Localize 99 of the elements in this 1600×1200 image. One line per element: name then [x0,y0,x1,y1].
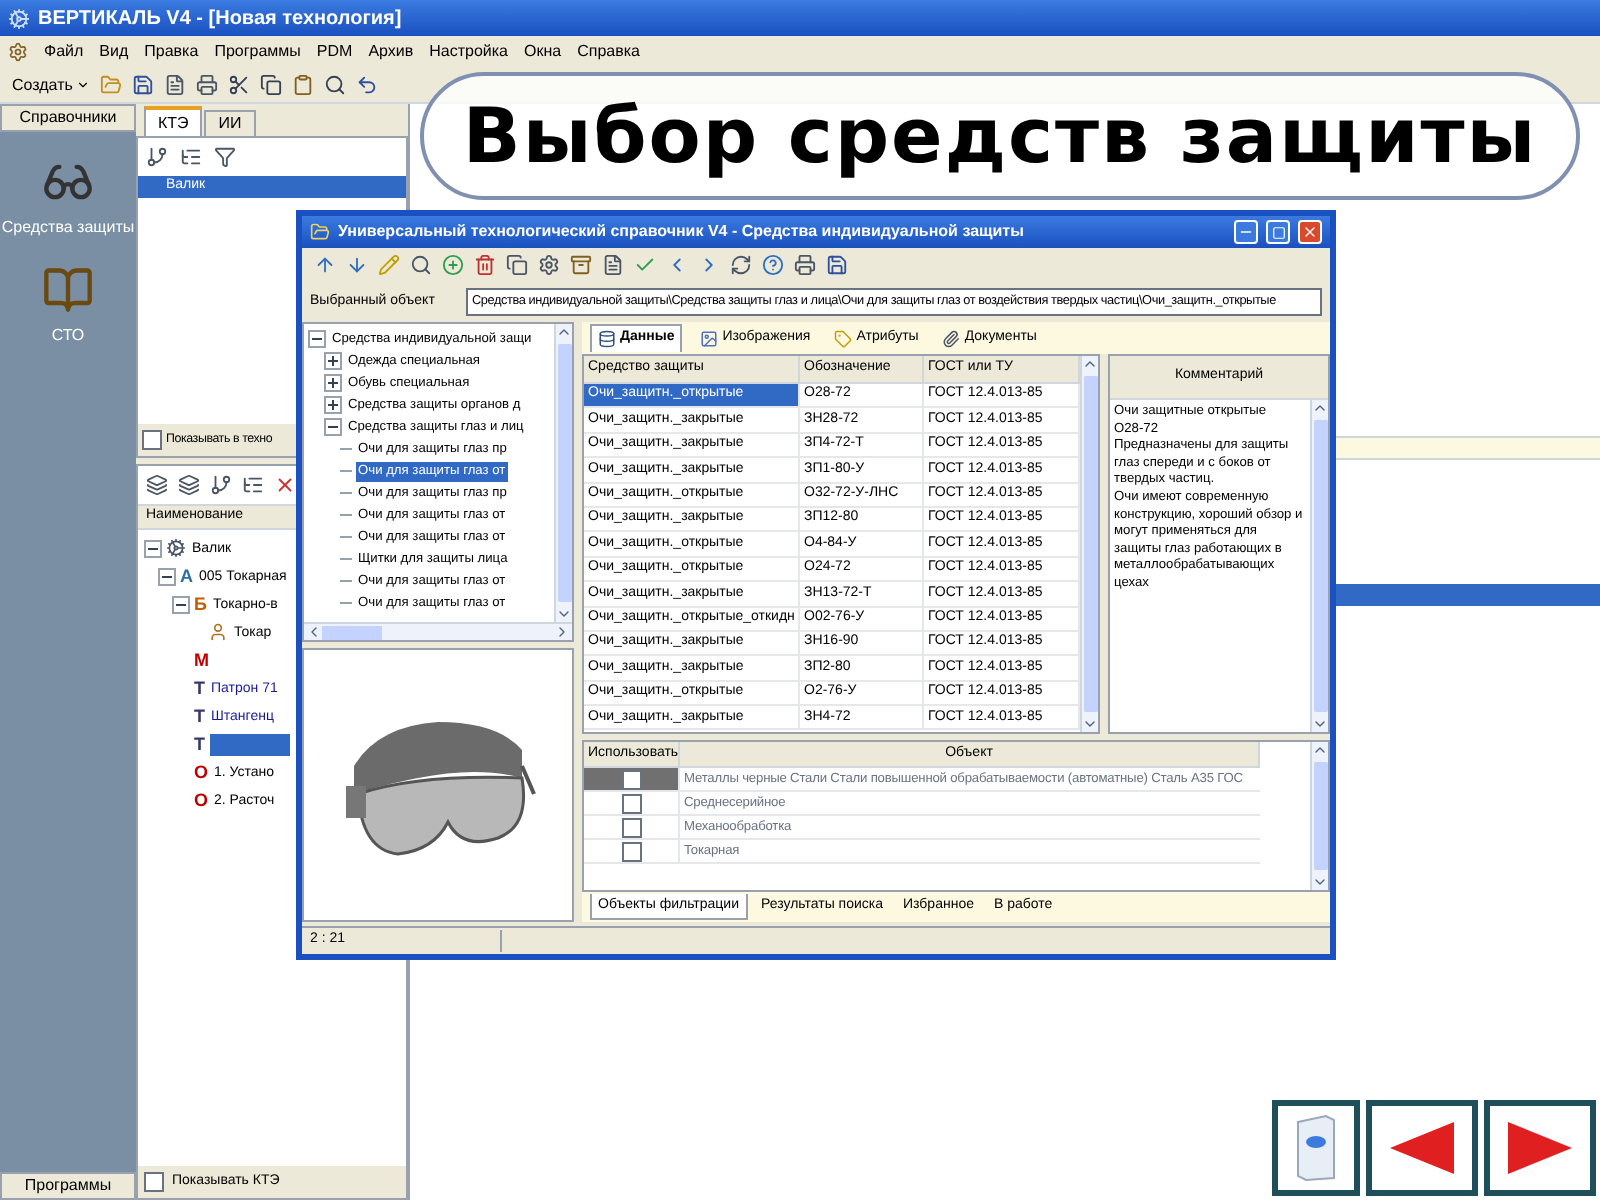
app-menu-icon[interactable] [8,42,28,62]
next-button[interactable] [1484,1100,1596,1196]
gear-icon [166,538,186,559]
menu-item[interactable]: Программы [214,40,301,64]
selected-tree-item[interactable] [209,733,289,756]
dialog-title: Универсальный технологический справочник V4 - Средства индивидуальной защиты [338,220,1026,244]
checkbox[interactable] [621,817,641,837]
menu-item[interactable]: Справка [577,40,640,64]
checkbox[interactable] [621,769,641,789]
copy-icon[interactable] [256,70,287,100]
tab[interactable]: ИИ [204,110,256,136]
menu-item[interactable]: Настройка [429,40,508,64]
caret-icon [76,78,91,92]
paperclip-icon [942,329,961,347]
expand-toggle[interactable] [324,352,342,370]
menu-item[interactable]: PDM [316,40,353,64]
type-letter: Т [194,679,205,698]
tab[interactable]: КТЭ [144,106,203,136]
app-icon [8,7,30,29]
database-icon [598,330,616,348]
scrollbar-thumb[interactable] [322,625,382,639]
collapse-toggle[interactable] [324,418,342,436]
book-box-button[interactable] [1272,1100,1360,1196]
menu-item[interactable]: Архив [368,40,414,64]
trash-icon[interactable] [470,250,500,280]
scroll-up-icon[interactable] [556,324,572,340]
collapse-toggle[interactable] [308,330,326,348]
filter-icon[interactable] [210,142,240,172]
right-arrow-icon [1504,1118,1576,1178]
image-icon [700,329,719,347]
collapse-toggle[interactable] [144,539,162,558]
scrollbar[interactable] [554,324,572,622]
scroll-down-icon[interactable] [1312,874,1328,890]
maximize-button[interactable] [1266,220,1290,244]
layers-icon[interactable] [174,470,204,501]
scrollbar-thumb[interactable] [1313,420,1327,712]
help-icon[interactable] [758,250,788,280]
minimize-button[interactable] [1234,220,1258,244]
left-arrow-icon [1386,1118,1458,1178]
book-icon [42,264,94,316]
type-letter: А [180,567,193,586]
maximize-icon [1271,225,1285,239]
collapse-toggle[interactable] [172,595,190,614]
type-letter: Т [194,707,205,726]
collapse-toggle[interactable] [158,567,176,586]
window-title: ВЕРТИКАЛЬ V4 - [Новая технология] [38,5,402,33]
person-icon [208,622,228,643]
scroll-up-icon[interactable] [1312,400,1328,416]
checkbox[interactable] [144,1171,164,1192]
settings-icon[interactable] [534,250,564,280]
menu-item[interactable]: Файл [44,40,84,64]
layers-icon[interactable] [142,470,172,501]
expand-toggle[interactable] [324,396,342,414]
table-cell[interactable] [584,768,680,790]
checkbox[interactable] [142,430,162,451]
sidebar-footer[interactable]: Программы [0,1172,136,1200]
menu-item[interactable]: Правка [144,40,199,64]
menu-item[interactable]: Окна [524,40,562,64]
printer-icon[interactable] [790,250,820,280]
create-button[interactable]: Создать [8,70,95,100]
scrollbar[interactable] [1310,742,1328,890]
previous-button[interactable] [1366,1100,1478,1196]
type-letter: О [194,763,209,782]
close-button[interactable] [1298,220,1322,244]
scroll-up-icon[interactable] [1312,742,1328,758]
close-icon [1302,224,1318,240]
horizontal-scrollbar[interactable] [304,622,572,640]
type-letter: Б [194,595,207,614]
scrollbar-thumb[interactable] [1083,376,1097,712]
menu-item[interactable]: Вид [99,40,129,64]
save-icon[interactable] [822,250,852,280]
search-icon[interactable] [406,250,436,280]
type-letter: Т [194,735,205,754]
scrollbar[interactable] [1080,356,1098,732]
software-box-icon [1294,1114,1338,1182]
sidebar-header[interactable]: Справочники [0,104,136,132]
refresh-icon[interactable] [726,250,756,280]
copy-icon[interactable] [502,250,532,280]
archive-icon[interactable] [566,250,596,280]
expand-toggle[interactable] [324,374,342,392]
plus-icon[interactable] [438,250,468,280]
scroll-right-icon[interactable] [554,624,570,640]
scrollbar-thumb[interactable] [1313,762,1327,870]
printer-icon[interactable] [192,70,223,100]
scrollbar-thumb[interactable] [557,344,571,602]
scroll-down-icon[interactable] [1312,716,1328,732]
scroll-up-icon[interactable] [1082,356,1098,372]
type-letter: О [194,791,209,810]
scroll-down-icon[interactable] [1082,716,1098,732]
tag-icon [834,329,853,347]
branch-icon[interactable] [142,142,172,172]
scroll-down-icon[interactable] [556,606,572,622]
slide-title: Выбор средств защиты [462,89,1538,183]
checkbox[interactable] [621,841,641,861]
window-icon [310,222,330,242]
type-letter: М [194,651,209,670]
scrollbar[interactable] [1310,400,1328,732]
checkbox[interactable] [621,793,641,813]
scroll-left-icon[interactable] [306,624,322,640]
